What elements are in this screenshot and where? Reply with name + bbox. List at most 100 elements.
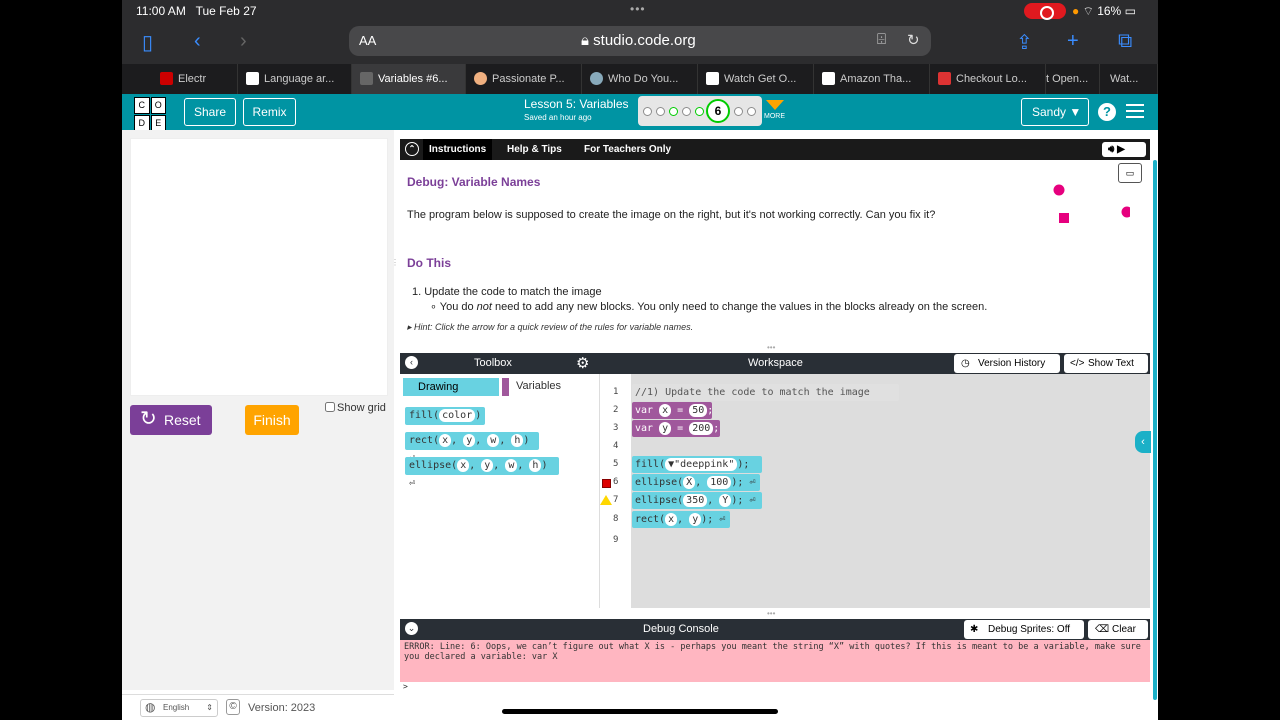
- remix-button[interactable]: Remix: [243, 98, 296, 126]
- forward-icon[interactable]: ›: [240, 30, 247, 53]
- debug-input[interactable]: >: [400, 682, 1150, 694]
- level-dot[interactable]: [669, 107, 678, 116]
- ellipse-arg[interactable]: 350: [683, 494, 708, 507]
- preview-ellipse: [1053, 184, 1065, 196]
- chevron-left-icon[interactable]: ‹: [405, 356, 418, 369]
- rect-arg[interactable]: y: [689, 513, 702, 526]
- show-grid-checkbox[interactable]: Show grid: [325, 402, 386, 414]
- ellipse-arg[interactable]: Y: [719, 494, 732, 507]
- tab-9[interactable]: Wat...: [1084, 64, 1158, 94]
- var-value[interactable]: 50: [689, 404, 708, 417]
- tab-3[interactable]: Passionate P...: [466, 64, 582, 94]
- line-number: 7: [613, 495, 619, 505]
- level-dot[interactable]: [734, 107, 743, 116]
- eraser-icon: ⌫: [1095, 624, 1110, 635]
- tab-bar: Electr Language ar... Variables #6... Pa…: [122, 64, 1158, 94]
- category-drawing[interactable]: Drawing: [403, 378, 499, 396]
- address-bar[interactable]: AA 🔒︎ studio.code.org ⌹ ↻: [349, 26, 931, 56]
- ellipse-arg[interactable]: X: [683, 476, 696, 489]
- tabs-overview-icon[interactable]: ⧉: [1118, 30, 1132, 53]
- tab-2[interactable]: Variables #6...: [352, 64, 466, 94]
- toolbox-block-fill[interactable]: fill(color): [405, 407, 485, 425]
- var-name[interactable]: x: [659, 404, 672, 417]
- tab-5[interactable]: Watch Get O...: [698, 64, 814, 94]
- tab-1[interactable]: Language ar...: [238, 64, 352, 94]
- vertical-resize-handle[interactable]: ⋮: [391, 258, 399, 267]
- ellipse-arg[interactable]: 100: [707, 476, 732, 489]
- horizontal-resize-handle[interactable]: •••: [767, 343, 775, 352]
- block-arg: w: [505, 459, 518, 472]
- code-logo[interactable]: C O D E: [134, 97, 166, 132]
- version-history-button[interactable]: ◷ Version History: [954, 354, 1060, 373]
- home-indicator[interactable]: [502, 709, 778, 714]
- multitask-dots[interactable]: •••: [630, 2, 646, 16]
- new-tab-icon[interactable]: +: [1067, 30, 1079, 53]
- var-block-y[interactable]: var y = 200;: [632, 420, 720, 437]
- level-dot[interactable]: [656, 107, 665, 116]
- finish-button[interactable]: Finish: [245, 405, 299, 435]
- tab-help-tips[interactable]: Help & Tips: [501, 139, 568, 160]
- tab-6[interactable]: Amazon Tha...: [814, 64, 930, 94]
- var-value[interactable]: 200: [689, 422, 714, 435]
- error-marker[interactable]: [602, 479, 611, 488]
- level-dot[interactable]: [682, 107, 691, 116]
- more-levels[interactable]: MORE: [764, 100, 785, 120]
- extension-icon[interactable]: ⌹: [877, 31, 886, 48]
- reload-icon[interactable]: ↻: [907, 31, 920, 49]
- reader-aa[interactable]: AA: [359, 33, 376, 48]
- toolbox-block-rect[interactable]: rect(x, y, w, h) ⏎: [405, 432, 539, 464]
- gear-icon[interactable]: ⚙: [576, 354, 589, 372]
- workspace[interactable]: 1 2 3 4 5 6 7 8 9 //1) Update the code t…: [600, 374, 1150, 608]
- toolbox-title: Toolbox: [474, 357, 512, 369]
- sidebar-icon[interactable]: ▯: [142, 30, 153, 55]
- horizontal-resize-handle[interactable]: •••: [767, 609, 775, 618]
- level-dot[interactable]: [695, 107, 704, 116]
- reset-button[interactable]: Reset: [130, 404, 212, 435]
- expand-image-icon[interactable]: ▭: [1118, 163, 1142, 183]
- tab-close-icon[interactable]: [360, 72, 373, 85]
- clear-button[interactable]: ⌫ Clear: [1088, 620, 1148, 639]
- grid-checkbox[interactable]: [325, 402, 335, 412]
- user-menu[interactable]: Sandy ▼: [1021, 98, 1089, 126]
- tab-for-teachers[interactable]: For Teachers Only: [578, 139, 677, 160]
- copyright-icon[interactable]: ©: [226, 699, 240, 715]
- text-to-speech-button[interactable]: 🔊︎ ▶: [1102, 142, 1146, 157]
- fill-block[interactable]: fill(▼"deeppink");: [632, 456, 762, 473]
- tab-4[interactable]: Who Do You...: [582, 64, 698, 94]
- app-canvas[interactable]: [130, 138, 388, 396]
- language-select[interactable]: English ⇕: [140, 699, 218, 717]
- scrollbar[interactable]: [1153, 160, 1157, 700]
- block-arg: x: [457, 459, 470, 472]
- current-level[interactable]: 6: [706, 99, 730, 123]
- level-dot[interactable]: [643, 107, 652, 116]
- level-progress: 6: [638, 96, 762, 126]
- logo-letter: O: [150, 97, 166, 114]
- tab-0[interactable]: Electr: [152, 64, 238, 94]
- debug-console-header: ⌄ Debug Console ✱ Debug Sprites: Off ⌫ Cle…: [400, 619, 1150, 640]
- var-name[interactable]: y: [659, 422, 672, 435]
- debug-sprites-button[interactable]: ✱ Debug Sprites: Off: [964, 620, 1084, 639]
- rect-arg[interactable]: x: [665, 513, 678, 526]
- code-comment-block[interactable]: //1) Update the code to match the image: [632, 384, 899, 401]
- chevron-left-icon[interactable]: ‹: [1135, 431, 1151, 453]
- chevron-down-icon[interactable]: ⌄: [405, 622, 418, 635]
- var-block-x[interactable]: var x = 50;: [632, 402, 713, 419]
- ellipse-block-2[interactable]: ellipse(350, Y); ⏎: [632, 492, 762, 509]
- rect-block[interactable]: rect(x, y); ⏎: [632, 511, 730, 528]
- fill-color-arg[interactable]: ▼"deeppink": [665, 458, 738, 471]
- level-dot[interactable]: [747, 107, 756, 116]
- category-variables-swatch[interactable]: [502, 378, 509, 396]
- share-button[interactable]: Share: [184, 98, 236, 126]
- ellipse-block-1[interactable]: ellipse(X, 100); ⏎: [632, 474, 760, 491]
- category-variables[interactable]: Variables: [516, 380, 561, 392]
- warning-marker[interactable]: [600, 495, 612, 505]
- tab-instructions[interactable]: Instructions: [423, 139, 493, 160]
- hint-toggle[interactable]: ▸ Hint: Click the arrow for a quick revi…: [407, 322, 693, 333]
- toolbox-block-ellipse[interactable]: ellipse(x, y, w, h) ⏎: [405, 457, 559, 489]
- show-text-button[interactable]: </> Show Text: [1064, 354, 1148, 373]
- share-icon[interactable]: ⇪: [1016, 30, 1033, 55]
- hamburger-menu-icon[interactable]: [1126, 104, 1144, 118]
- help-icon[interactable]: ?: [1098, 103, 1116, 121]
- back-icon[interactable]: ‹: [194, 30, 201, 53]
- collapse-icon[interactable]: ⌃: [405, 142, 419, 156]
